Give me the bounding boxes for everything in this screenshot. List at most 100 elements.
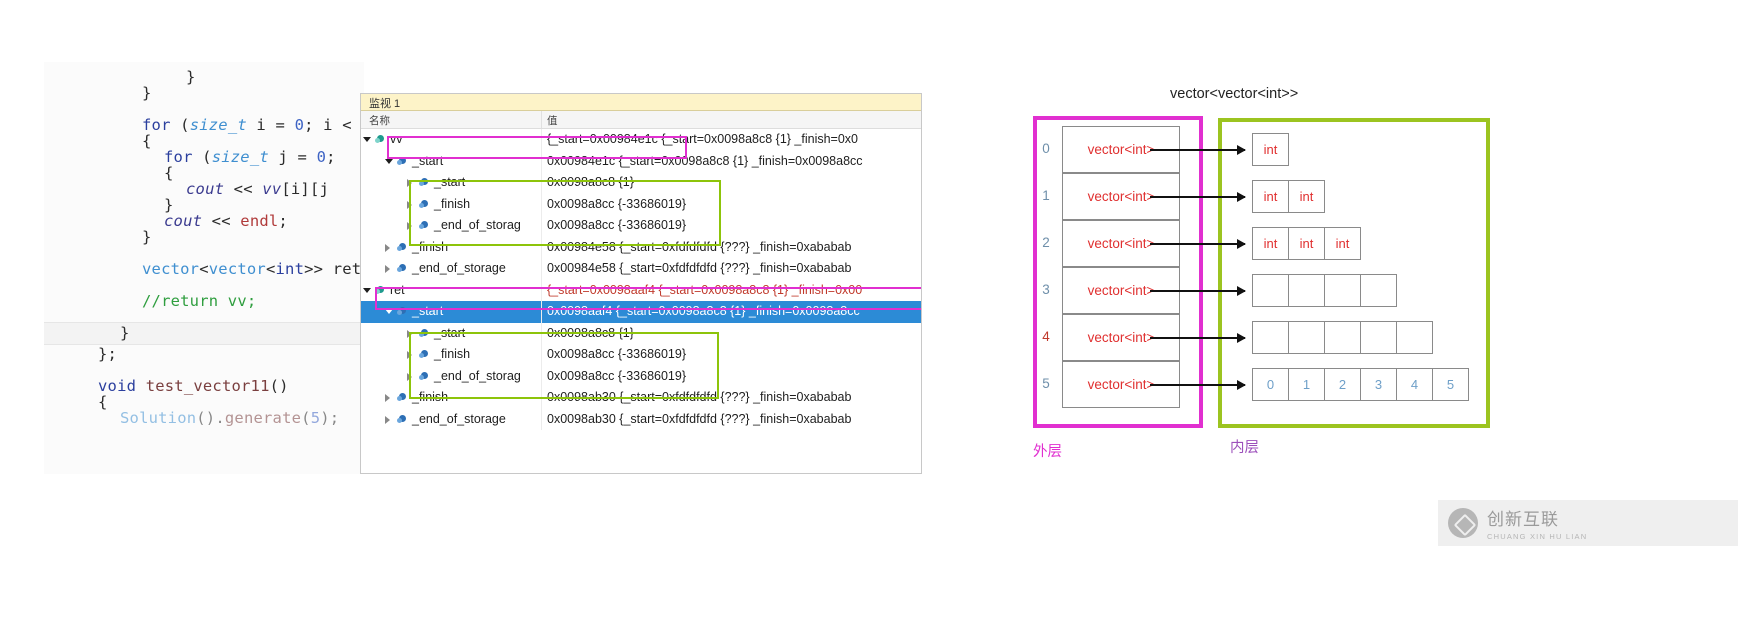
watch-row-name: _finish xyxy=(412,390,449,404)
watch-row-name: vv xyxy=(390,132,403,146)
pointer-arrow xyxy=(1150,333,1246,343)
watch-row-value[interactable]: 0x0098a8cc {-33686019} xyxy=(547,344,921,366)
row-column-divider xyxy=(541,215,542,237)
watch-row-name: _finish xyxy=(412,239,449,254)
code-line: } xyxy=(120,324,130,342)
watch-row-value[interactable]: 0x0098ab30 {_start=0xfdfdfdfd {???} _fin… xyxy=(547,409,921,431)
code-line: { xyxy=(142,132,152,150)
inner-vector-cell: int xyxy=(1288,180,1325,213)
watch-tab-label[interactable]: 监视 1 xyxy=(361,94,921,111)
watch-row-name: _end_of_storag xyxy=(434,218,521,232)
outer-index-label: 4 xyxy=(1042,329,1050,344)
watch-row-name: _start xyxy=(412,304,444,318)
watch-row[interactable]: _finish 0x0098ab30 {_start=0xfdfdfdfd {??… xyxy=(361,387,921,409)
pointer-arrow xyxy=(1150,239,1246,249)
row-column-divider xyxy=(541,365,542,387)
row-column-divider xyxy=(541,279,542,301)
watch-row-value[interactable]: 0x0098a8cc {-33686019} xyxy=(547,366,921,388)
code-line: for (size_t i = 0; i < v xyxy=(142,116,364,134)
row-column-divider xyxy=(541,258,542,280)
row-column-divider xyxy=(541,150,542,172)
watch-rows: vv {_start=0x00984e1c {_start=0x0098a8c8 … xyxy=(361,129,921,430)
inner-vector-cell: int xyxy=(1288,227,1325,260)
row-column-divider xyxy=(541,129,542,151)
watch-row[interactable]: _start 0x00984e1c {_start=0x0098a8c8 {1} … xyxy=(361,150,921,173)
watch-column-headers: 名称 值 xyxy=(361,111,921,129)
inner-vector-row: int int int xyxy=(1252,227,1361,260)
watch-row-name: _start xyxy=(434,175,466,189)
code-line: } xyxy=(142,228,152,246)
inner-vector-cell xyxy=(1252,274,1289,307)
code-editor-pane[interactable]: } } for (size_t i = 0; i < v { for (size… xyxy=(44,62,364,474)
pointer-arrow xyxy=(1150,380,1246,390)
watch-row-value[interactable]: {_start=0x00984e1c {_start=0x0098a8c8 {1… xyxy=(547,129,921,151)
inner-vector-row: int int xyxy=(1252,180,1325,213)
watch-row-value[interactable]: 0x00984e58 {_start=0xfdfdfdfd {???} _fin… xyxy=(547,258,921,280)
inner-vector-cell xyxy=(1396,321,1433,354)
inner-vector-cell xyxy=(1288,321,1325,354)
row-column-divider xyxy=(541,236,542,258)
watch-row-value[interactable]: 0x0098a8c8 {1} xyxy=(547,323,921,345)
pointer-arrow xyxy=(1150,192,1246,202)
watch-window[interactable]: 监视 1 名称 值 vv {_start=0x00984e1c {_start=0… xyxy=(360,93,922,474)
watch-row[interactable]: _end_of_storage 0x0098ab30 {_start=0xfdfd… xyxy=(361,408,921,431)
inner-vector-cell xyxy=(1324,321,1361,354)
row-column-divider xyxy=(541,172,542,194)
outer-index-label: 1 xyxy=(1042,188,1050,203)
code-line: //return vv; xyxy=(142,292,257,310)
watch-row[interactable]: _end_of_storage 0x00984e58 {_start=0xfdfd… xyxy=(361,258,921,280)
row-column-divider xyxy=(541,344,542,366)
inner-vector-cell: 5 xyxy=(1432,368,1469,401)
outer-index-label: 2 xyxy=(1042,235,1050,250)
watch-row-value[interactable]: 0x0098ab30 {_start=0xfdfdfdfd {???} _fin… xyxy=(547,387,921,409)
code-line: { xyxy=(164,164,174,182)
code-line: { xyxy=(98,393,108,411)
watch-row-value[interactable]: 0x0098aaf4 {_start=0x0098a8c8 {1} _finis… xyxy=(547,301,921,323)
watch-row[interactable]: _finish 0x00984e58 {_start=0xfdfdfdfd {??… xyxy=(361,236,921,259)
watch-row[interactable]: _finish 0x0098a8cc {-33686019} xyxy=(361,193,921,216)
inner-vector-cell xyxy=(1252,321,1289,354)
watch-row[interactable]: _start 0x0098aaf4 {_start=0x0098a8c8 {1} … xyxy=(361,301,921,323)
outer-index-label: 5 xyxy=(1042,376,1050,391)
code-line: cout << endl; xyxy=(164,212,288,230)
watermark-en: CHUANG XIN HU LIAN xyxy=(1487,532,1588,541)
watermark-text: 创新互联 CHUANG XIN HU LIAN xyxy=(1487,505,1587,541)
watch-row-value[interactable]: 0x0098a8c8 {1} xyxy=(547,172,921,194)
outer-index-label: 0 xyxy=(1042,141,1050,156)
watch-row-value[interactable]: {_start=0x0098aaf4 {_start=0x0098a8c8 {1… xyxy=(547,280,921,302)
watch-row[interactable]: _start 0x0098a8c8 {1} xyxy=(361,322,921,345)
row-column-divider xyxy=(541,387,542,409)
code-line: } xyxy=(186,68,196,86)
code-line: for (size_t j = 0; xyxy=(164,148,336,166)
column-header-name: 名称 xyxy=(369,115,390,127)
column-divider[interactable] xyxy=(541,111,542,128)
watermark-cn: 创新互联 xyxy=(1487,510,1559,529)
inner-vector-cell: 4 xyxy=(1396,368,1433,401)
watch-row-value[interactable]: 0x00984e1c {_start=0x0098a8c8 {1} _finis… xyxy=(547,151,921,173)
code-line: } xyxy=(142,84,152,102)
watch-row[interactable]: ret {_start=0x0098aaf4 {_start=0x0098a8c8… xyxy=(361,279,921,302)
watch-row-value[interactable]: 0x00984e58 {_start=0xfdfdfdfd {???} _fin… xyxy=(547,237,921,259)
diagram-title: vector<vector<int>> xyxy=(1170,86,1299,102)
watch-row[interactable]: vv {_start=0x00984e1c {_start=0x0098a8c8 … xyxy=(361,129,921,151)
code-line: }; xyxy=(98,345,118,363)
watermark: 创新互联 CHUANG XIN HU LIAN xyxy=(1438,500,1738,546)
vector-of-vector-diagram: vector<vector<int>> 0 vector<int> 1 vector<… xyxy=(1020,78,1540,478)
inner-vector-row: 012345 xyxy=(1252,368,1469,401)
watch-row[interactable]: _end_of_storag 0x0098a8cc {-33686019} xyxy=(361,215,921,237)
code-line: cout << vv[i][j xyxy=(186,180,330,198)
watch-row-value[interactable]: 0x0098a8cc {-33686019} xyxy=(547,194,921,216)
code-line: void test_vector11() xyxy=(98,377,289,395)
inner-vector-cell: int xyxy=(1252,133,1289,166)
watch-row-name: _start xyxy=(434,325,466,340)
watch-row[interactable]: _start 0x0098a8c8 {1} xyxy=(361,172,921,194)
watch-row-name: _end_of_storage xyxy=(412,411,506,426)
watch-row[interactable]: _end_of_storag 0x0098a8cc {-33686019} xyxy=(361,365,921,388)
pointer-arrow xyxy=(1150,145,1246,155)
watch-row-value[interactable]: 0x0098a8cc {-33686019} xyxy=(547,215,921,237)
watch-row[interactable]: _finish 0x0098a8cc {-33686019} xyxy=(361,344,921,366)
pointer-arrow xyxy=(1150,286,1246,296)
inner-vector-cell: int xyxy=(1324,227,1361,260)
inner-vector-row xyxy=(1252,321,1433,354)
code-line: vector<vector<int>> ret xyxy=(142,260,362,278)
